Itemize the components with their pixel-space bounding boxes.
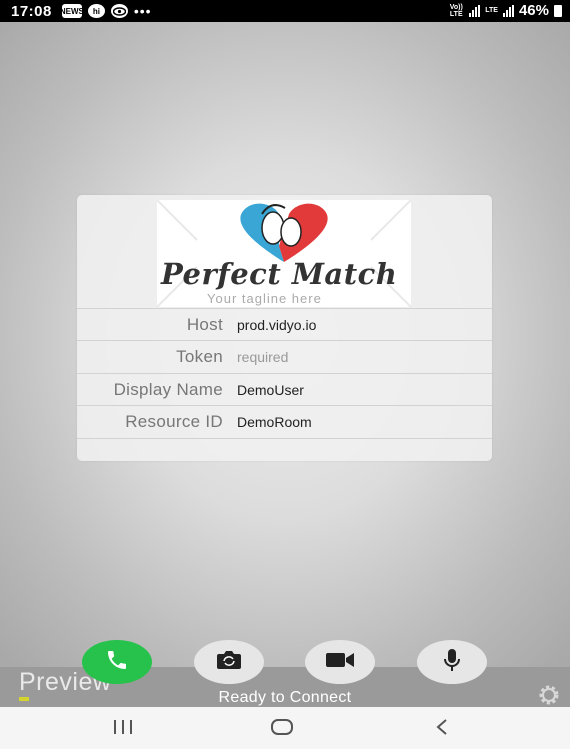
token-label: Token: [176, 346, 223, 366]
back-icon: [435, 718, 449, 741]
lte-indicator: LTE: [485, 7, 498, 14]
wifi-eye-icon: [110, 4, 128, 18]
home-button[interactable]: [262, 714, 302, 744]
back-button[interactable]: [422, 714, 462, 744]
card-footer: [77, 438, 492, 461]
call-icon: [105, 648, 129, 677]
token-row: Token: [77, 340, 492, 372]
overflow-dots: •••: [133, 3, 152, 19]
status-time: 17:08: [11, 2, 52, 20]
notification-icons: NEWS hi: [60, 4, 128, 18]
status-right: Vo)) LTE LTE 46%: [448, 2, 562, 19]
hi-app-icon: hi: [87, 4, 105, 18]
settings-button[interactable]: [535, 685, 563, 709]
token-input[interactable]: [237, 348, 457, 365]
volte-indicator: Vo)) LTE: [449, 3, 463, 18]
display-name-label: Display Name: [113, 379, 223, 399]
battery-icon: [554, 4, 562, 17]
display-name-row: Display Name: [77, 373, 492, 405]
video-camera-icon: [325, 651, 355, 674]
call-button[interactable]: [82, 640, 152, 684]
video-toggle-button[interactable]: [305, 640, 375, 684]
news-app-icon: NEWS: [60, 4, 84, 18]
host-input[interactable]: [237, 316, 457, 333]
system-nav-bar: [0, 707, 570, 749]
host-row: Host: [77, 308, 492, 340]
logo-tagline: Your tagline here: [207, 291, 322, 306]
microphone-icon: [442, 648, 462, 677]
status-bar: 17:08 NEWS hi ••• Vo)) LTE LTE 46%: [0, 0, 570, 22]
microphone-button[interactable]: [417, 640, 487, 684]
connection-status: Ready to Connect: [218, 689, 352, 706]
display-name-input[interactable]: [237, 381, 457, 398]
signal-icon-2: [502, 4, 514, 17]
camera-switch-button[interactable]: [194, 640, 264, 684]
recent-apps-button[interactable]: [103, 714, 143, 744]
host-label: Host: [186, 314, 223, 334]
recent-apps-icon: [112, 719, 134, 740]
resource-id-label: Resource ID: [125, 411, 223, 431]
home-icon: [270, 718, 294, 741]
battery-percent: 46%: [518, 2, 549, 19]
signal-icon: [469, 4, 481, 17]
resource-id-input[interactable]: [237, 413, 457, 430]
perfect-match-logo: Perfect Match Your tagline here: [157, 200, 411, 307]
login-card: Perfect Match Your tagline here Host Tok…: [77, 195, 492, 461]
resource-id-row: Resource ID: [77, 405, 492, 437]
logo-title: Perfect Match: [161, 257, 398, 291]
camera-switch-icon: [216, 650, 242, 675]
